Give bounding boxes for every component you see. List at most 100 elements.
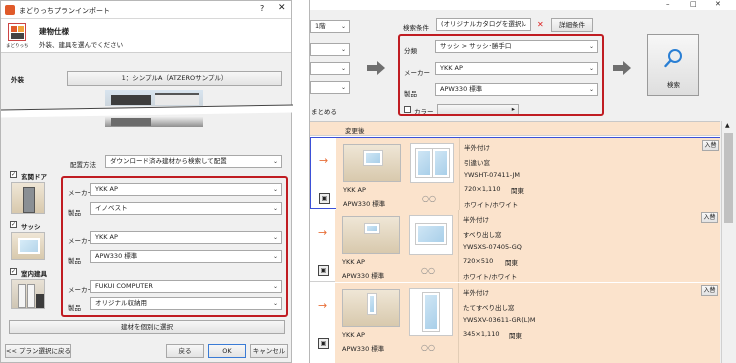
- lock-icon[interactable]: ▣: [318, 265, 329, 276]
- row-install: 半外付け: [463, 216, 489, 224]
- chevron-down-icon: ⌄: [340, 65, 346, 72]
- filter-dropdown-1[interactable]: ⌄: [310, 43, 350, 56]
- app-icon: [5, 5, 15, 15]
- dialog-title: まどりっちプランインポート: [19, 7, 110, 15]
- import-dialog: まどりっちプランインポート ? ✕ まどりっち 建物仕様 外装、建具を選んでくだ…: [0, 0, 293, 363]
- ok-button[interactable]: OK: [208, 344, 246, 358]
- scrollbar-thumb[interactable]: [724, 133, 733, 223]
- close-icon[interactable]: ✕: [278, 3, 286, 13]
- row-color: ホワイト/ホワイト: [464, 201, 519, 209]
- lock-icon[interactable]: ▣: [319, 193, 330, 204]
- header-subtitle: 外装、建具を選んでください: [39, 41, 124, 49]
- filter-dropdown-3[interactable]: ⌄: [310, 81, 350, 94]
- chevron-down-icon: ⌄: [340, 46, 346, 53]
- row-type: すべり出し窓: [463, 231, 502, 239]
- logo-caption: まどりっち: [6, 44, 29, 49]
- row-maker: YKK AP: [342, 258, 365, 266]
- window-preview: [410, 143, 454, 183]
- placement-value: ダウンロード済み建材から検索して配置: [110, 157, 227, 165]
- option-circles-icon: ○○: [422, 194, 436, 203]
- exterior-label: 外装: [11, 76, 24, 84]
- minimize-icon[interactable]: –: [666, 0, 670, 8]
- row-color: ホワイト/ホワイト: [463, 273, 518, 281]
- row-size: 345×1,110: [463, 330, 500, 338]
- row-code: YWSHT-07411-JM: [464, 171, 521, 179]
- search-condition-dropdown[interactable]: (オリジナルカタログを選択) ⌄: [436, 18, 531, 31]
- row-maker: YKK AP: [342, 331, 365, 339]
- row-product: APW330 標準: [342, 272, 385, 280]
- sash-thumbnail: [11, 232, 45, 260]
- chevron-down-icon: ⌄: [340, 23, 346, 30]
- search-icon: [664, 49, 682, 68]
- highlight-box: [398, 34, 604, 116]
- interior-fittings-checkbox[interactable]: ✓: [10, 268, 17, 275]
- arrow-right-icon: [613, 61, 631, 75]
- room-thumbnail: [342, 216, 400, 254]
- row-size: 720×1,110: [464, 185, 501, 193]
- exterior-select-button[interactable]: 1：シンプルA（ATZEROサンプル）: [67, 71, 282, 86]
- arrow-right-icon: →: [318, 299, 328, 312]
- back-to-plan-button[interactable]: << プラン選択に戻る: [5, 344, 71, 358]
- option-circles-icon: ○○: [421, 343, 435, 352]
- row-type: たてすべり出し窓: [463, 304, 515, 312]
- row-product: APW330 標準: [342, 345, 385, 353]
- window-preview: [409, 215, 453, 255]
- row-size: 720×510: [463, 257, 494, 265]
- help-icon[interactable]: ?: [260, 4, 264, 13]
- interior-fittings-thumbnail: [11, 279, 45, 309]
- table-row[interactable]: → ▣ YKK AP APW330 標準 ○○ 半外付け 引違い窓 YWSHT-…: [310, 137, 720, 210]
- arrow-right-icon: →: [318, 226, 328, 239]
- option-circles-icon: ○○: [421, 266, 435, 275]
- catalog-search-window: – □ ✕ 1階 ⌄ ⌄ ⌄ ⌄ まとめる 検索条件 (オリジナルカタログを選択)…: [309, 0, 736, 363]
- room-thumbnail: [342, 289, 400, 327]
- sash-checkbox[interactable]: ✓: [10, 221, 17, 228]
- cancel-button[interactable]: キャンセル: [250, 344, 288, 358]
- section-label: 玄関ドア: [21, 173, 47, 181]
- floor-dropdown[interactable]: 1階 ⌄: [310, 20, 350, 33]
- back-button[interactable]: 戻る: [166, 344, 204, 358]
- step-header: まどりっち 建物仕様 外装、建具を選んでください: [1, 19, 291, 53]
- replace-button[interactable]: 入替: [701, 212, 718, 223]
- dialog-titlebar: まどりっちプランインポート ? ✕: [1, 1, 291, 19]
- table-row[interactable]: → ▣ YKK AP APW330 標準 ○○ 半外付け たてすべり出し窓 YW…: [310, 283, 720, 363]
- select-individual-button[interactable]: 建材を個別に選択: [9, 320, 285, 334]
- results-table: 変更後 → ▣ YKK AP APW330 標準 ○○ 半外付け 引違い窓 YW…: [310, 121, 720, 363]
- row-install: 半外付け: [464, 144, 490, 152]
- maximize-icon[interactable]: □: [690, 0, 697, 8]
- placement-dropdown[interactable]: ダウンロード済み建材から検索して配置 ⌄: [105, 155, 282, 168]
- row-glass: 関東: [511, 187, 524, 195]
- column-header-bar: 変更後: [310, 122, 720, 136]
- results-scrollbar[interactable]: ▲: [721, 121, 735, 363]
- scroll-up-icon[interactable]: ▲: [725, 122, 730, 129]
- floor-value: 1階: [315, 22, 326, 30]
- lock-icon[interactable]: ▣: [318, 338, 329, 349]
- replace-button[interactable]: 入替: [701, 285, 718, 296]
- clear-icon[interactable]: ✕: [537, 19, 547, 30]
- window-titlebar: – □ ✕: [310, 0, 736, 10]
- search-condition-label: 検索条件: [403, 24, 429, 32]
- row-glass: 関東: [505, 259, 518, 267]
- row-glass: 関東: [509, 332, 522, 340]
- entrance-door-thumbnail: [11, 182, 45, 214]
- row-code: YWSXV-03611-GR(L)M: [463, 316, 536, 324]
- chevron-down-icon: ⌄: [521, 21, 527, 28]
- section-label: サッシ: [21, 223, 41, 231]
- row-type: 引違い窓: [464, 159, 490, 167]
- detail-conditions-button[interactable]: 詳細条件: [551, 18, 593, 32]
- arrow-right-icon: →: [319, 154, 329, 167]
- row-product: APW330 標準: [343, 200, 386, 208]
- entrance-door-checkbox[interactable]: ✓: [10, 171, 17, 178]
- table-row[interactable]: → ▣ YKK AP APW330 標準 ○○ 半外付け すべり出し窓 YWSX…: [310, 210, 720, 282]
- house-exterior-image: [105, 90, 203, 106]
- search-condition-value: (オリジナルカタログを選択): [441, 20, 524, 28]
- close-icon[interactable]: ✕: [715, 0, 721, 8]
- section-label: 室内建具: [21, 270, 47, 278]
- search-button[interactable]: 検索: [647, 34, 699, 96]
- replace-button[interactable]: 入替: [702, 140, 719, 151]
- filter-dropdown-2[interactable]: ⌄: [310, 62, 350, 75]
- highlight-box: [61, 176, 288, 317]
- details-cell: 半外付け たてすべり出し窓 YWSXV-03611-GR(L)M 345×1,1…: [458, 283, 698, 363]
- details-cell: 半外付け すべり出し窓 YWSXS-07405-GQ 720×510 関東 ホワ…: [458, 210, 698, 282]
- image-break-line: [1, 104, 293, 118]
- chevron-down-icon: ⌄: [272, 158, 278, 165]
